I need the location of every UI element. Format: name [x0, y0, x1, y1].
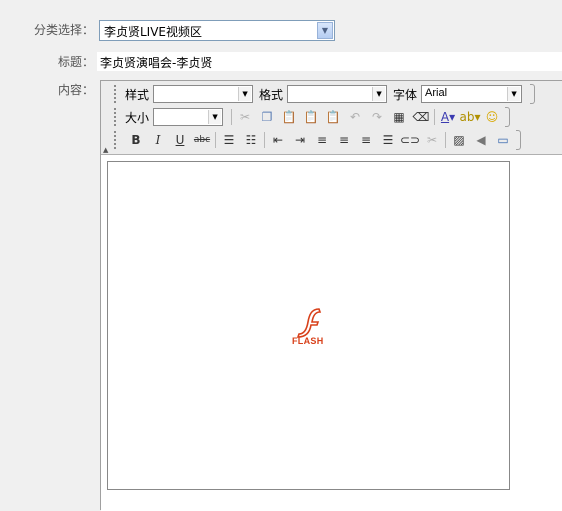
highlight-color-icon[interactable]: ab▾: [459, 107, 481, 127]
format-label: 格式: [259, 87, 284, 102]
category-select-value: 李贞贤LIVE视频区: [104, 25, 203, 39]
chevron-down-icon[interactable]: ▼: [238, 87, 252, 101]
bold-icon[interactable]: B: [125, 130, 147, 150]
rich-text-editor: 样式 ▼ 格式 ▼ 字体 Arial ▼ 大小 ▼ ✂ ❐ 📋 📋 📋 ↶ ↷ …: [100, 80, 562, 511]
eraser-icon[interactable]: ⌫: [410, 107, 432, 127]
redo-icon[interactable]: ↷: [366, 107, 388, 127]
size-combo[interactable]: ▼: [153, 108, 224, 126]
toolbar-row-1: 样式 ▼ 格式 ▼ 字体 Arial ▼: [114, 83, 536, 105]
flash-label: FLASH: [292, 336, 324, 346]
font-combo-value: Arial: [425, 87, 448, 99]
title-field[interactable]: 李贞贤演唱会-李贞贤: [97, 52, 562, 71]
toolbar-end: [505, 107, 511, 127]
image-icon[interactable]: ▨: [448, 130, 470, 150]
chevron-down-icon[interactable]: ▼: [208, 110, 222, 124]
toolbar-grip[interactable]: [114, 131, 119, 149]
toolbar-grip[interactable]: [114, 85, 119, 103]
toolbar-separator: [434, 109, 436, 125]
paste-icon[interactable]: 📋: [278, 107, 300, 127]
content-label: 内容：: [57, 83, 94, 97]
toolbar-separator: [445, 132, 446, 148]
italic-icon[interactable]: I: [147, 130, 169, 150]
undo-icon[interactable]: ↶: [344, 107, 366, 127]
category-select[interactable]: 李贞贤LIVE视频区 ▼: [99, 20, 335, 41]
audio-icon[interactable]: ◀: [470, 130, 492, 150]
toolbar-row-2: 大小 ▼ ✂ ❐ 📋 📋 📋 ↶ ↷ ▦ ⌫ A ▾ ab▾ ☺: [114, 106, 511, 128]
paste-word-icon[interactable]: 📋: [322, 107, 344, 127]
outdent-icon[interactable]: ⇤: [267, 130, 289, 150]
toolbar-separator: [231, 109, 233, 125]
style-combo[interactable]: ▼: [153, 85, 254, 103]
align-center-icon[interactable]: ≡: [333, 130, 355, 150]
align-left-icon[interactable]: ≡: [311, 130, 333, 150]
category-label: 分类选择：: [33, 23, 94, 37]
collapse-toolbar-icon[interactable]: ▲: [103, 146, 108, 154]
toolbar-row-3: B I U abc ☰ ☷ ⇤ ⇥ ≡ ≡ ≡ ☰ ⊂⊃ ✂ ▨ ◀ ▭: [114, 129, 521, 151]
copy-icon[interactable]: ❐: [256, 107, 278, 127]
editor-toolbar: 样式 ▼ 格式 ▼ 字体 Arial ▼ 大小 ▼ ✂ ❐ 📋 📋 📋 ↶ ↷ …: [101, 81, 562, 155]
strikethrough-icon[interactable]: abc: [191, 130, 213, 150]
smiley-icon[interactable]: ☺: [481, 107, 503, 127]
toolbar-end: [516, 130, 521, 150]
size-label: 大小: [125, 110, 150, 125]
chevron-down-icon[interactable]: ▼: [507, 87, 521, 101]
cut-icon[interactable]: ✂: [234, 107, 256, 127]
font-combo[interactable]: Arial ▼: [421, 85, 523, 103]
font-label: 字体: [393, 87, 418, 102]
style-label: 样式: [125, 87, 150, 102]
title-value: 李贞贤演唱会-李贞贤: [100, 56, 213, 70]
indent-icon[interactable]: ⇥: [289, 130, 311, 150]
ordered-list-icon[interactable]: ☰: [218, 130, 240, 150]
unordered-list-icon[interactable]: ☷: [240, 130, 262, 150]
format-combo[interactable]: ▼: [287, 85, 388, 103]
toolbar-grip[interactable]: [114, 108, 119, 126]
toolbar-end: [530, 84, 536, 104]
align-justify-icon[interactable]: ☰: [377, 130, 399, 150]
title-label: 标题：: [57, 55, 94, 69]
chevron-down-icon[interactable]: ▼: [372, 87, 386, 101]
toolbar-separator: [215, 132, 216, 148]
font-color-icon[interactable]: A ▾: [437, 107, 459, 127]
link-icon[interactable]: ⊂⊃: [399, 130, 421, 150]
editor-content[interactable]: FLASH: [101, 155, 562, 511]
align-right-icon[interactable]: ≡: [355, 130, 377, 150]
paste-text-icon[interactable]: 📋: [300, 107, 322, 127]
flash-embed[interactable]: FLASH: [107, 161, 510, 490]
chevron-down-icon[interactable]: ▼: [317, 22, 333, 39]
video-icon[interactable]: ▭: [492, 130, 514, 150]
toolbar-separator: [264, 132, 265, 148]
select-all-icon[interactable]: ▦: [388, 107, 410, 127]
unlink-icon[interactable]: ✂: [421, 130, 443, 150]
underline-icon[interactable]: U: [169, 130, 191, 150]
